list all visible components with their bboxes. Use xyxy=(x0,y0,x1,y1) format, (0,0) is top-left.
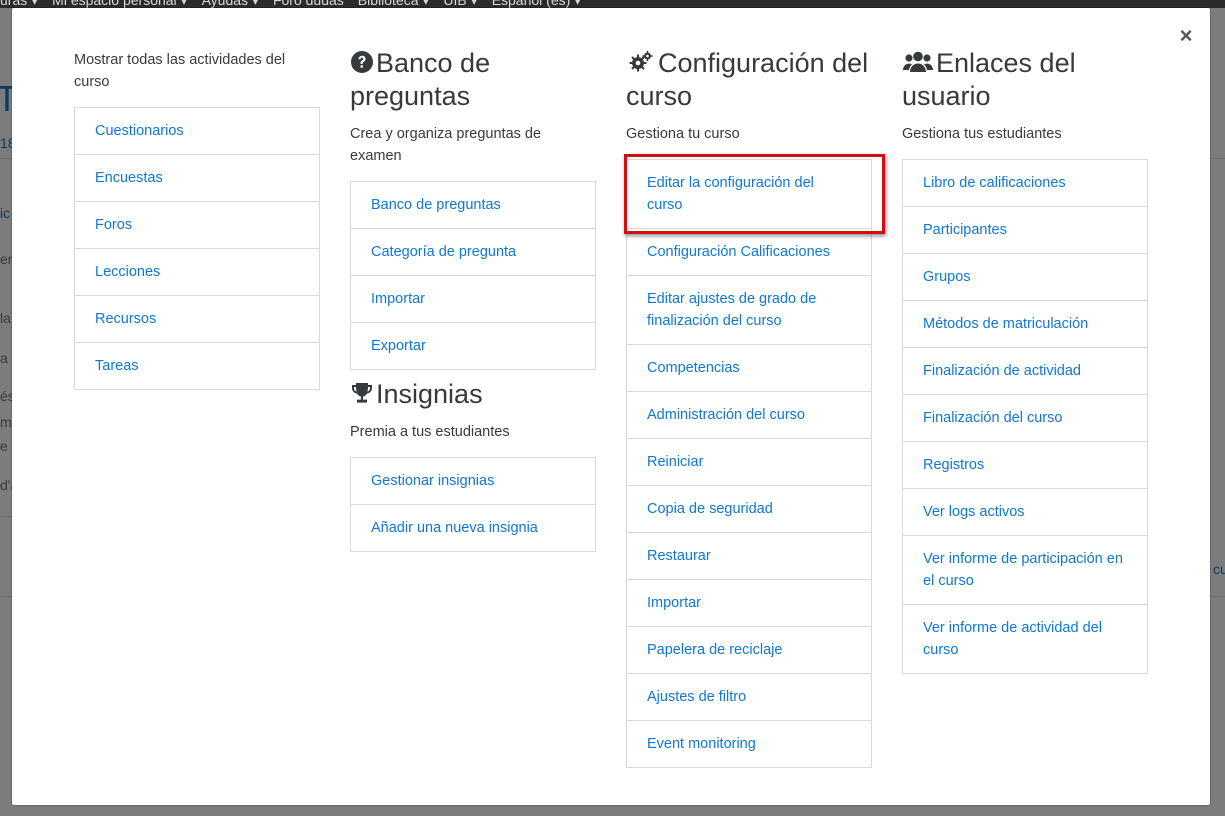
question-bank-column: Banco de preguntas Crea y organiza pregu… xyxy=(350,8,596,552)
cs-link-import[interactable]: Importar xyxy=(627,579,871,626)
course-settings-list: Editar la configuración del curso Config… xyxy=(624,154,885,768)
activity-link-quizzes[interactable]: Cuestionarios xyxy=(75,108,319,154)
cs-link-restore[interactable]: Restaurar xyxy=(627,532,871,579)
badges-description: Premia a tus estudiantes xyxy=(350,424,510,440)
bg-fragment: ic xyxy=(0,205,11,221)
course-admin-modal: × Mostrar todas las actividades del curs… xyxy=(12,8,1210,805)
highlight-box xyxy=(624,154,885,234)
activity-link-resources[interactable]: Recursos xyxy=(75,295,319,342)
bg-nav-item: Ayudas ▾ xyxy=(201,0,259,8)
gears-icon xyxy=(629,50,653,72)
course-settings-title: Configuración del curso xyxy=(626,48,869,111)
ul-link-participants[interactable]: Participantes xyxy=(903,206,1147,253)
ul-link-activity-report[interactable]: Ver informe de actividad del curso xyxy=(903,604,1147,673)
question-circle-icon xyxy=(351,51,373,73)
qb-link-question-category[interactable]: Categoría de pregunta xyxy=(351,228,595,275)
bg-nav-item: Biblioteca ▾ xyxy=(357,0,430,8)
cs-link-edit-settings[interactable]: Editar la configuración del curso xyxy=(624,154,885,234)
activities-column: Mostrar todas las actividades del curso … xyxy=(74,8,320,390)
user-links-description: Gestiona tus estudiantes xyxy=(902,126,1062,142)
ul-link-activity-completion[interactable]: Finalización de actividad xyxy=(903,347,1147,394)
ul-link-course-completion[interactable]: Finalización del curso xyxy=(903,394,1147,441)
cs-link-completion-settings[interactable]: Editar ajustes de grado de finalización … xyxy=(627,275,871,344)
ul-link-enrolment-methods[interactable]: Métodos de matriculación xyxy=(903,300,1147,347)
bg-fragment: la xyxy=(0,310,11,326)
ul-link-live-logs[interactable]: Ver logs activos xyxy=(903,488,1147,535)
cs-link-event-monitoring[interactable]: Event monitoring xyxy=(627,720,871,767)
user-links-heading: Enlaces del usuario xyxy=(902,47,1148,113)
badges-list: Gestionar insignias Añadir una nueva ins… xyxy=(350,457,596,552)
bg-fragment: cu xyxy=(1213,561,1225,577)
course-settings-description: Gestiona tu curso xyxy=(626,126,740,142)
question-bank-heading: Banco de preguntas xyxy=(350,47,596,113)
badges-title: Insignias xyxy=(376,379,483,409)
user-links-list: Libro de calificaciones Participantes Gr… xyxy=(902,159,1148,674)
badges-section: Insignias Premia a tus estudiantes Gesti… xyxy=(350,378,596,552)
ul-link-groups[interactable]: Grupos xyxy=(903,253,1147,300)
course-settings-column: Configuración del curso Gestiona tu curs… xyxy=(624,8,885,768)
bg-fragment: e xyxy=(0,438,8,454)
bg-nav-item: UIB ▾ xyxy=(443,0,478,8)
course-settings-heading: Configuración del curso xyxy=(626,47,872,113)
activity-link-lessons[interactable]: Lecciones xyxy=(75,248,319,295)
bg-nav-item: Español (es) ▾ xyxy=(491,0,582,8)
activities-list: Cuestionarios Encuestas Foros Lecciones … xyxy=(74,107,320,390)
question-bank-list: Banco de preguntas Categoría de pregunta… xyxy=(350,181,596,370)
activity-link-assignments[interactable]: Tareas xyxy=(75,342,319,389)
qb-link-export[interactable]: Exportar xyxy=(351,322,595,369)
badges-link-manage[interactable]: Gestionar insignias xyxy=(351,458,595,504)
bg-fragment: m xyxy=(0,414,12,430)
ul-link-gradebook[interactable]: Libro de calificaciones xyxy=(903,160,1147,206)
cs-link-recycle-bin[interactable]: Papelera de reciclaje xyxy=(627,626,871,673)
cs-link-competencies[interactable]: Competencias xyxy=(627,344,871,391)
close-icon[interactable]: × xyxy=(1176,25,1196,47)
qb-link-import[interactable]: Importar xyxy=(351,275,595,322)
users-icon xyxy=(903,51,933,72)
bg-nav-item: Mi espacio personal ▾ xyxy=(52,0,188,8)
activities-intro: Mostrar todas las actividades del curso xyxy=(74,52,286,90)
cs-link-reset[interactable]: Reiniciar xyxy=(627,438,871,485)
ul-link-logs[interactable]: Registros xyxy=(903,441,1147,488)
trophy-icon xyxy=(352,383,372,403)
cs-link-filter-settings[interactable]: Ajustes de filtro xyxy=(627,673,871,720)
cs-link-edit-settings-label: Editar la configuración del curso xyxy=(647,175,814,213)
badges-heading: Insignias xyxy=(350,378,596,411)
badges-link-add[interactable]: Añadir una nueva insignia xyxy=(351,504,595,551)
activity-link-forums[interactable]: Foros xyxy=(75,201,319,248)
cs-link-grade-setup[interactable]: Configuración Calificaciones xyxy=(627,228,871,275)
cs-link-course-admin[interactable]: Administración del curso xyxy=(627,391,871,438)
qb-link-question-bank[interactable]: Banco de preguntas xyxy=(351,182,595,228)
bg-nav-item: Foro dudas xyxy=(272,0,344,8)
user-links-column: Enlaces del usuario Gestiona tus estudia… xyxy=(902,8,1148,674)
question-bank-description: Crea y organiza preguntas de examen xyxy=(350,126,542,164)
cs-link-backup[interactable]: Copia de seguridad xyxy=(627,485,871,532)
background-navbar: uras ▾ Mi espacio personal ▾ Ayudas ▾ Fo… xyxy=(0,0,1225,8)
activity-link-surveys[interactable]: Encuestas xyxy=(75,154,319,201)
bg-nav-item: uras ▾ xyxy=(0,0,39,8)
ul-link-participation-report[interactable]: Ver informe de participación en el curso xyxy=(903,535,1147,604)
